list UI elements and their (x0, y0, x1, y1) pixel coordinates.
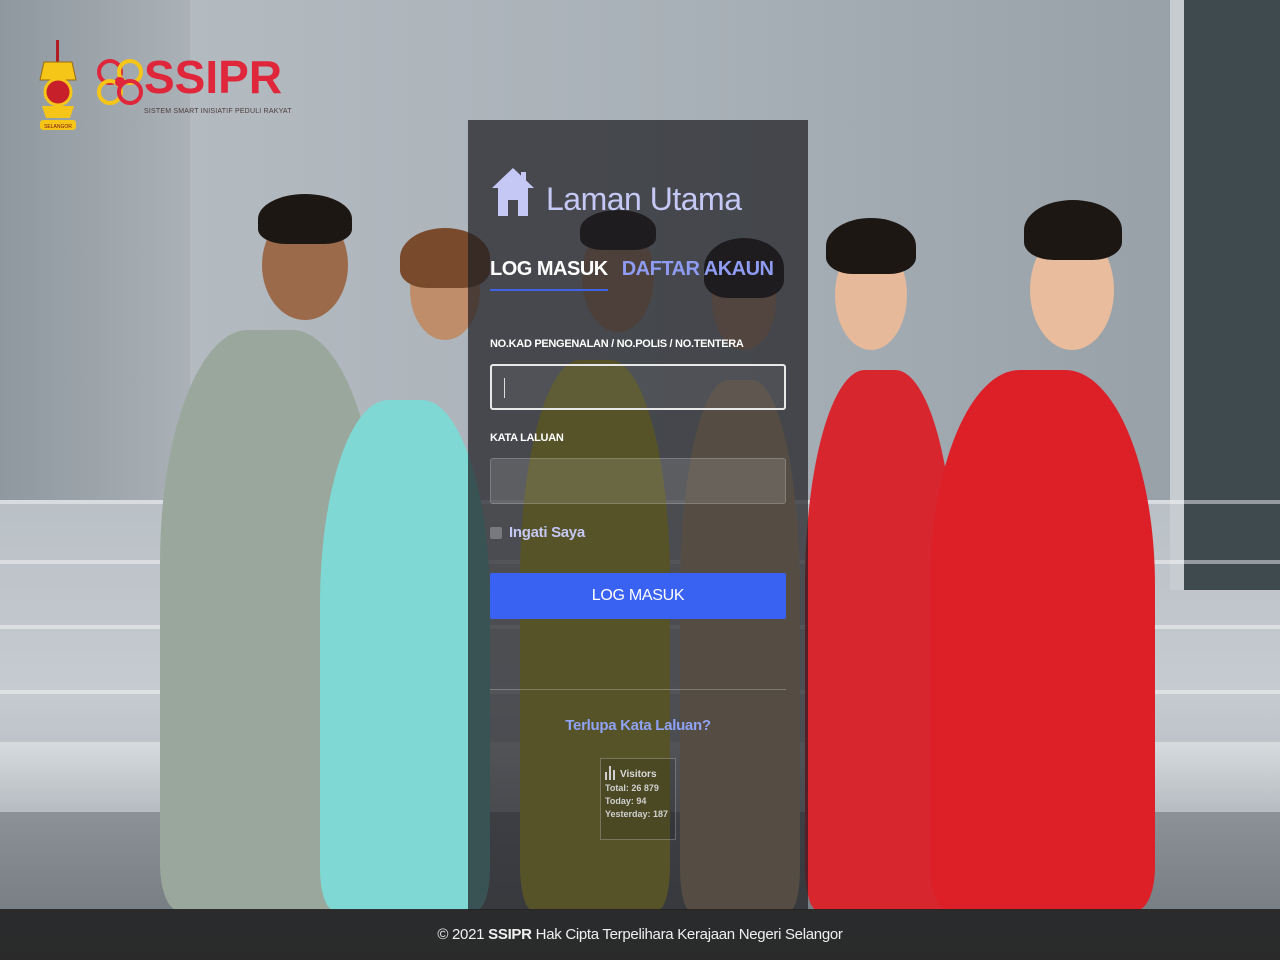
visitors-total: Total: 26 879 (605, 783, 659, 793)
crest-text: SELANGOR (44, 124, 72, 130)
login-panel: Laman Utama LOG MASUK DAFTAR AKAUN NO.KA… (468, 120, 808, 910)
selangor-crest-logo: SELANGOR (36, 40, 80, 132)
footer-brand: SSIPR (488, 926, 532, 943)
tab-daftar-akaun[interactable]: DAFTAR AKAUN (622, 258, 774, 291)
password-label: KATA LALUAN (490, 432, 564, 444)
ssipr-flower-icon (97, 59, 143, 105)
remember-me-label: Ingati Saya (509, 524, 585, 541)
bar-chart-icon (605, 764, 617, 780)
password-input[interactable] (490, 458, 786, 504)
remember-me-checkbox[interactable] (490, 526, 502, 539)
visitor-counter: Visitors Total: 26 879 Today: 94 Yesterd… (600, 758, 676, 840)
visitors-title: Visitors (620, 769, 657, 780)
footer: © 2021 SSIPR Hak Cipta Terpelihara Keraj… (0, 909, 1280, 960)
auth-tabs: LOG MASUK DAFTAR AKAUN (490, 258, 787, 291)
page-title: Laman Utama (546, 181, 742, 217)
panel-header: Laman Utama (490, 164, 742, 220)
visitors-yesterday: Yesterday: 187 (605, 809, 669, 819)
remember-me[interactable]: Ingati Saya (490, 524, 585, 541)
visitors-today: Today: 94 (605, 796, 647, 806)
ic-number-input[interactable] (490, 364, 786, 410)
ssipr-logo: SSIPR SISTEM SMART INISIATIF PEDULI RAKY… (96, 50, 292, 122)
login-button[interactable]: LOG MASUK (490, 573, 786, 619)
ic-number-label: NO.KAD PENGENALAN / NO.POLIS / NO.TENTER… (490, 338, 744, 350)
divider (490, 689, 786, 690)
home-icon (492, 168, 534, 216)
ssipr-tagline: SISTEM SMART INISIATIF PEDULI RAKYAT (144, 108, 292, 115)
forgot-password-link[interactable]: Terlupa Kata Laluan? (468, 717, 808, 734)
footer-copyright: © 2021 (437, 926, 485, 943)
tab-log-masuk[interactable]: LOG MASUK (490, 258, 608, 291)
text-caret (504, 378, 505, 398)
footer-text: Hak Cipta Terpelihara Kerajaan Negeri Se… (535, 926, 843, 943)
ssipr-wordmark: SSIPR (144, 51, 283, 103)
